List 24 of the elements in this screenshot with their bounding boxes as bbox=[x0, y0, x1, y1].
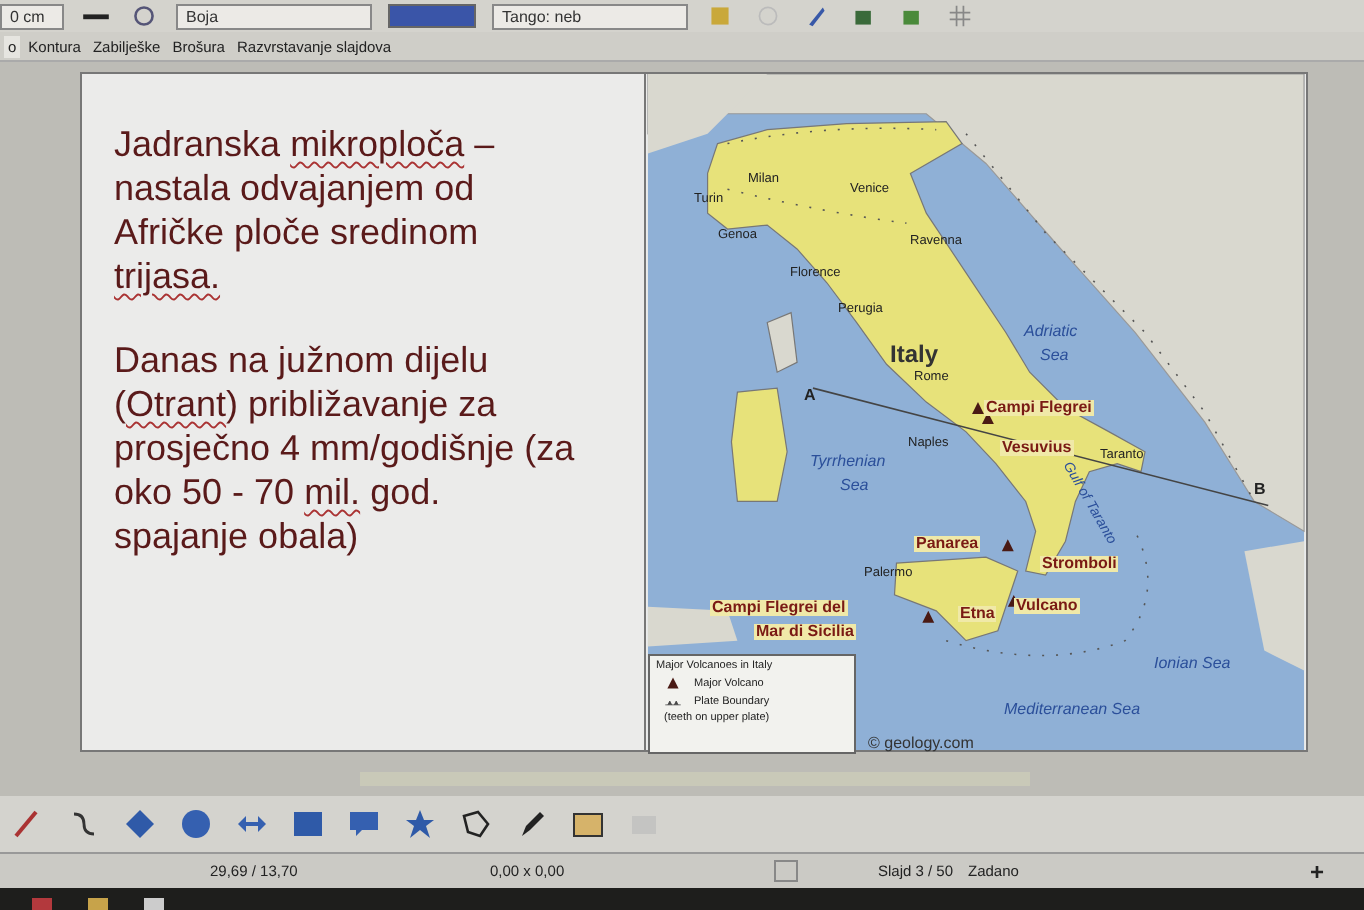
map-label: A bbox=[804, 388, 816, 404]
map-label: Tyrrhenian bbox=[810, 454, 886, 470]
map-label: Campi Flegrei bbox=[984, 400, 1094, 416]
zoom-in-button[interactable]: + bbox=[1309, 857, 1324, 885]
map-credit: © geology.com bbox=[868, 734, 974, 752]
map-label: Adriatic bbox=[1024, 324, 1078, 340]
map-label: Ionian Sea bbox=[1154, 656, 1231, 672]
map-label: Vesuvius bbox=[1000, 440, 1074, 456]
fill-color-field[interactable]: Tango: neb bbox=[492, 3, 688, 29]
map-label: Panarea bbox=[914, 536, 981, 552]
line-width-field[interactable]: 0 cm bbox=[0, 3, 64, 29]
slide-paragraph: Danas na južnom dijelu (Otrant) približavanje za prosječno 4 mm/godišnje (za oko 50 - 70 mil. god. spajanje obala) bbox=[114, 338, 577, 558]
map-label: Italy bbox=[890, 342, 939, 366]
map-label: Mediterranean Sea bbox=[1004, 702, 1141, 718]
slide-paragraph: Jadranska mikroploča – nastala odvajanjem od Afričke ploče sredinom trijasa. bbox=[114, 122, 497, 298]
fill-type-field[interactable]: Boja bbox=[176, 3, 372, 29]
map-label: Mar di Sicilia bbox=[754, 624, 856, 640]
map-label: B bbox=[1254, 482, 1266, 498]
map-label: Sea bbox=[840, 478, 869, 494]
map-label: Campi Flegrei del bbox=[710, 600, 848, 616]
map-label: Sea bbox=[1040, 348, 1069, 364]
map-label: Etna bbox=[958, 606, 997, 622]
map-label: Vulcano bbox=[1014, 598, 1080, 614]
map-label: Stromboli bbox=[1040, 556, 1119, 572]
